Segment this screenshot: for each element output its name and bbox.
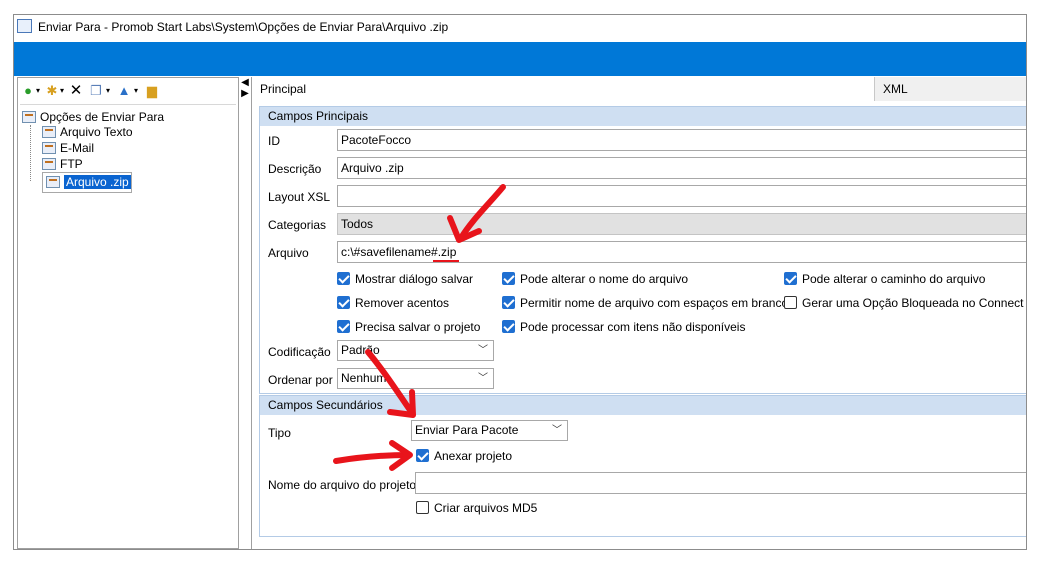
annotation-arrow-arquivo — [458, 184, 506, 241]
annotation-arrow-anexar — [333, 452, 411, 464]
annotation-arrow-tipo — [365, 349, 415, 416]
annotation-arrows — [333, 184, 506, 471]
